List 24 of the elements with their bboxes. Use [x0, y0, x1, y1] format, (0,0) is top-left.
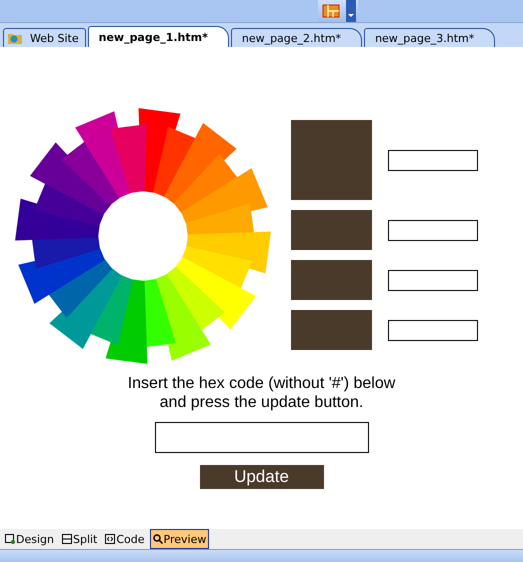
hex-field[interactable] [388, 220, 478, 240]
view-tab[interactable]: Design [2, 529, 57, 549]
document-tab[interactable]: new_page_3.htm* [364, 28, 496, 47]
search-icon [152, 534, 163, 544]
hex-field[interactable] [388, 150, 478, 170]
design-icon [5, 534, 15, 544]
document-tab[interactable]: Web Site [3, 28, 86, 47]
layout-icon [322, 4, 340, 18]
document-tab[interactable]: new_page_2.htm* [230, 28, 362, 47]
instruction-text: and press the update button. [160, 393, 364, 412]
view-tab[interactable]: Split [58, 529, 100, 549]
instruction-text: Insert the hex code (without '#') below [128, 374, 396, 393]
view-tab[interactable]: Code [102, 529, 148, 549]
dropdown-icon[interactable] [346, 0, 356, 22]
document-tab[interactable]: new_page_1.htm* [88, 26, 229, 47]
hex-input-field[interactable] [154, 422, 368, 453]
update-button[interactable]: Update [200, 465, 324, 489]
split-icon [62, 534, 72, 544]
hex-field[interactable] [388, 320, 478, 340]
hex-field[interactable] [388, 270, 478, 290]
website-icon [8, 32, 22, 44]
view-tab[interactable]: Preview [150, 529, 210, 549]
toolbar-button[interactable] [318, 0, 358, 22]
code-icon [105, 534, 116, 544]
